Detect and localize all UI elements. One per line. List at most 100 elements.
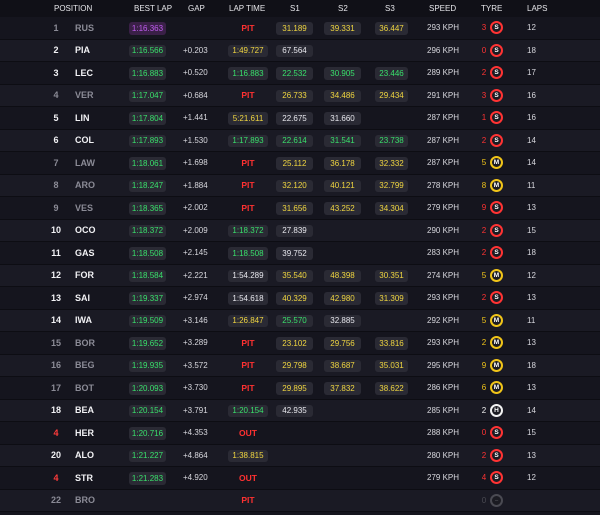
table-row[interactable]: 4 HER 1:20.716 +4.353 OUT 288 KPH 0 S 15: [0, 422, 600, 445]
lap-time: 1:54.618: [228, 292, 268, 305]
tyre-age: 2: [481, 450, 487, 460]
table-row[interactable]: 1 RUS 1:16.363 PIT 31.189 39.331 36.447 293 KPH…: [0, 17, 600, 40]
sector-1-time: 27.839: [276, 224, 313, 237]
driver-code: HER: [75, 427, 95, 438]
tyre-compound-icon: S: [490, 448, 503, 462]
lap-time: 1:17.893: [228, 134, 268, 147]
driver-code: BOT: [75, 382, 94, 393]
sector-2-time: 34.486: [324, 89, 361, 102]
laps-count: 13: [527, 338, 536, 348]
gap-value: +1.698: [183, 158, 208, 168]
speed-value: 279 KPH: [427, 203, 460, 213]
lap-time: 1:54.289: [228, 269, 268, 282]
laps-count: 13: [527, 293, 536, 303]
table-row[interactable]: 13 SAI 1:19.337 +2.974 1:54.618 40.329 42.980 3…: [0, 287, 600, 310]
laps-count: 13: [527, 203, 536, 213]
sector-3-time: 29.434: [375, 89, 408, 102]
best-lap-time: 1:17.893: [129, 134, 166, 147]
tyre-compound-icon: S: [490, 133, 503, 147]
tyre-age: 0: [481, 428, 487, 438]
position-number: 6: [53, 135, 59, 146]
driver-code: PIA: [75, 45, 91, 56]
header-gap: GAP: [188, 4, 205, 13]
tyre-compound-icon: S: [490, 426, 503, 439]
sector-1-time: 22.675: [276, 112, 313, 125]
tyre-age: 3: [481, 90, 487, 100]
timing-header: POSITION BEST LAP GAP LAP TIME S1 S2 S3 …: [0, 0, 600, 17]
table-row[interactable]: 12 FOR 1:18.584 +2.221 1:54.289 35.540 48.398 3…: [0, 264, 600, 287]
best-lap-time: 1:20.093: [129, 382, 166, 395]
tyre-age: 8: [481, 180, 487, 190]
tyre-age: 9: [481, 360, 487, 370]
position-number: 1: [53, 22, 59, 33]
tyre-compound-icon: S: [490, 223, 503, 237]
driver-code: OCO: [75, 225, 96, 236]
speed-value: 290 KPH: [427, 225, 460, 235]
lap-status: PIT: [241, 360, 255, 371]
table-row[interactable]: 20 ALO 1:21.227 +4.864 1:38.815 280 KPH 2 S 13: [0, 444, 600, 467]
table-row[interactable]: 22 BRO PIT 0–: [0, 489, 600, 512]
gap-value: +0.684: [183, 90, 208, 100]
lap-time: 5:21.611: [228, 112, 268, 125]
table-row[interactable]: 2 PIA 1:16.566 +0.203 1:49.727 67.564 296 KPH 0…: [0, 39, 600, 62]
table-row[interactable]: 8 ARO 1:18.247 +1.884 PIT 32.120 40.121 32.799 2…: [0, 174, 600, 197]
header-tyre: TYRE: [481, 4, 503, 13]
laps-count: 13: [527, 450, 536, 460]
laps-count: 12: [527, 23, 536, 33]
header-position: POSITION: [54, 4, 93, 13]
sector-1-time: 22.532: [276, 67, 313, 80]
table-row[interactable]: 5 LIN 1:17.804 +1.441 5:21.611 22.675 31.660 28…: [0, 107, 600, 130]
table-row[interactable]: 14 IWA 1:19.509 +3.146 1:26.847 25.570 32.885 2…: [0, 309, 600, 332]
sector-3-time: 32.332: [375, 157, 408, 170]
position-number: 14: [50, 315, 61, 326]
gap-value: +1.530: [183, 135, 208, 145]
table-row[interactable]: 7 LAW 1:18.061 +1.698 PIT 25.112 36.178 32.332 2…: [0, 152, 600, 175]
table-row[interactable]: 9 VES 1:18.365 +2.002 PIT 31.656 43.252 34.304 2…: [0, 197, 600, 220]
lap-status: PIT: [241, 22, 255, 33]
table-row[interactable]: 18 BEA 1:20.154 +3.791 1:20.154 42.935 285 KPH…: [0, 399, 600, 422]
sector-3-time: 23.446: [375, 67, 408, 80]
driver-code: ALO: [75, 450, 94, 461]
table-row[interactable]: 17 BOT 1:20.093 +3.730 PIT 29.895 37.832 38.622…: [0, 377, 600, 400]
table-row[interactable]: 16 BEG 1:19.935 +3.572 PIT 29.798 38.687 35.031…: [0, 354, 600, 377]
header-best-lap: BEST LAP: [134, 4, 173, 13]
best-lap-time: 1:18.365: [129, 202, 166, 215]
tyre-compound-icon: M: [490, 358, 503, 372]
position-number: 4: [53, 90, 59, 101]
lap-status: PIT: [241, 90, 255, 101]
table-row[interactable]: 4 STR 1:21.283 +4.920 OUT 279 KPH 4 S 12: [0, 467, 600, 490]
sector-1-time: 40.329: [276, 292, 313, 305]
driver-code: LIN: [75, 112, 90, 123]
speed-value: 289 KPH: [427, 68, 460, 78]
sector-2-time: 38.687: [324, 359, 361, 372]
laps-count: 12: [527, 270, 536, 280]
driver-code: GAS: [75, 247, 95, 258]
sector-1-time: 25.570: [276, 314, 313, 327]
position-number: 17: [50, 382, 61, 393]
position-number: 3: [53, 67, 59, 78]
best-lap-time: 1:19.337: [129, 292, 166, 305]
laps-count: 18: [527, 45, 536, 55]
lap-status: PIT: [241, 382, 255, 393]
sector-1-time: 32.120: [276, 179, 313, 192]
best-lap-time: 1:20.154: [129, 404, 166, 417]
tyre-compound-icon: S: [490, 471, 503, 484]
gap-value: +2.221: [183, 270, 208, 280]
table-row[interactable]: 4 VER 1:17.047 +0.684 PIT 26.733 34.486 29.434 2…: [0, 84, 600, 107]
table-row[interactable]: 3 LEC 1:16.883 +0.520 1:16.883 22.532 30.905 23…: [0, 62, 600, 85]
header-s1: S1: [290, 4, 300, 13]
table-row[interactable]: 10 OCO 1:18.372 +2.009 1:18.372 27.839 290 KPH…: [0, 219, 600, 242]
sector-2-time: 32.885: [324, 314, 361, 327]
table-row[interactable]: 11 GAS 1:18.508 +2.145 1:18.508 39.752 283 KPH…: [0, 242, 600, 265]
tyre-compound-icon: S: [490, 201, 503, 214]
driver-code: COL: [75, 135, 94, 146]
sector-1-time: 23.102: [276, 337, 313, 350]
table-row[interactable]: 15 BOR 1:19.652 +3.289 PIT 23.102 29.756 33.816…: [0, 332, 600, 355]
laps-count: 16: [527, 90, 536, 100]
header-lap-time: LAP TIME: [229, 4, 266, 13]
table-row[interactable]: 6 COL 1:17.893 +1.530 1:17.893 22.614 31.541 23…: [0, 129, 600, 152]
sector-2-time: 31.541: [324, 134, 361, 147]
sector-2-time: 31.660: [324, 112, 361, 125]
best-lap-time: 1:18.508: [129, 247, 166, 260]
sector-1-time: 29.895: [276, 382, 313, 395]
